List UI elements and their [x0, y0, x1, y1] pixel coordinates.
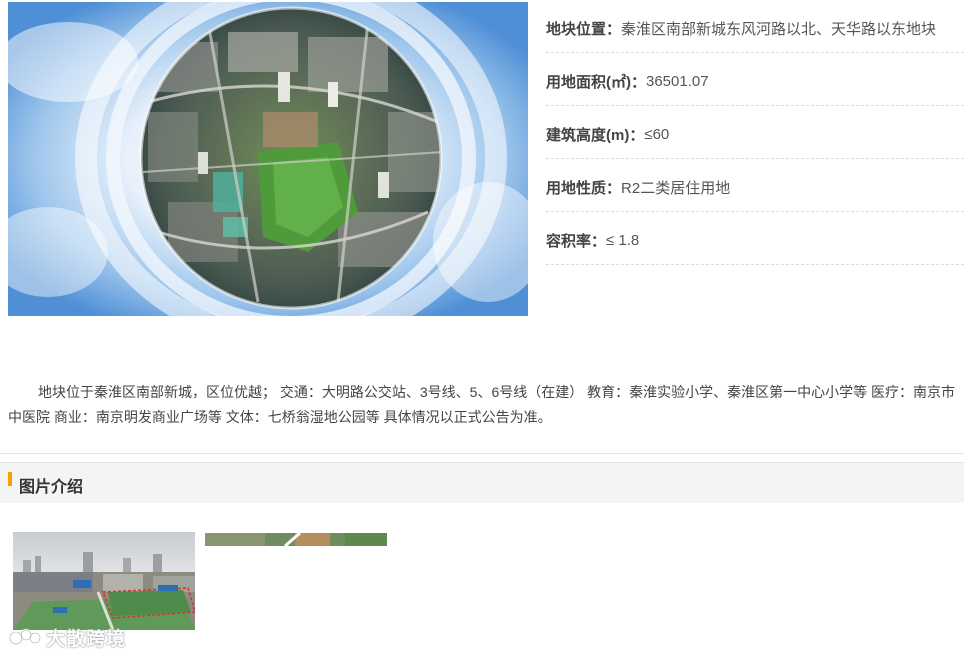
far-label: 容积率： [546, 232, 607, 250]
far-value: ≤ 1.8 [606, 231, 640, 249]
section-header-images: 图片介绍 [0, 462, 964, 503]
info-row-land-use: 用地性质： R2二类居住用地 [546, 159, 964, 212]
section-divider [0, 453, 964, 454]
gallery-image-2[interactable] [205, 533, 387, 546]
section-title: 图片介绍 [19, 479, 84, 496]
info-row-location: 地块位置： 秦淮区南部新城东风河路以北、天华路以东地块 [546, 0, 964, 53]
info-row-area: 用地面积(㎡)： 36501.07 [546, 53, 964, 106]
area-label: 用地面积(㎡)： [546, 73, 646, 91]
location-value: 秦淮区南部新城东风河路以北、天华路以东地块 [621, 20, 937, 38]
section-accent-bar [8, 472, 12, 486]
plot-info-list: 地块位置： 秦淮区南部新城东风河路以北、天华路以东地块 用地面积(㎡)： 365… [546, 0, 964, 265]
gallery-image-1[interactable] [13, 532, 195, 630]
plot-description: 地块位于秦淮区南部新城，区位优越； 交通：大明路公交站、3号线、5、6号线（在建… [8, 384, 956, 425]
area-value: 36501.07 [646, 72, 709, 90]
watermark-text: 大散跨境 [46, 628, 127, 650]
hero-aerial-image [8, 2, 528, 316]
land-use-label: 用地性质： [546, 179, 622, 197]
height-value: ≤60 [644, 125, 670, 143]
info-row-far: 容积率： ≤ 1.8 [546, 212, 964, 265]
info-row-height: 建筑高度(m)： ≤60 [546, 106, 964, 159]
location-label: 地块位置： [546, 20, 622, 38]
height-label: 建筑高度(m)： [546, 126, 645, 144]
land-use-value: R2二类居住用地 [621, 179, 731, 197]
watermark-logo-icon [8, 628, 42, 646]
watermark: 大散跨境 [8, 622, 126, 652]
